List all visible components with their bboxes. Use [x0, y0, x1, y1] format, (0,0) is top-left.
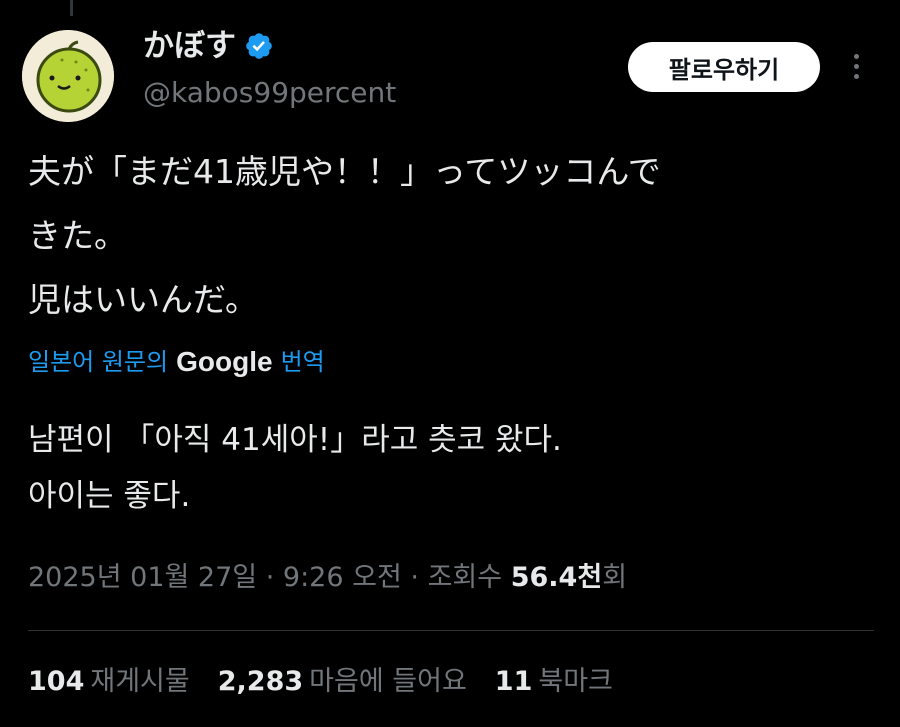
translation-source-label[interactable]: 일본어 원문의 [28, 342, 168, 382]
author-handle[interactable]: @kabos99percent [143, 74, 396, 112]
verified-badge-icon[interactable] [244, 31, 274, 61]
bookmarks-stat[interactable]: 11 북마크 [495, 660, 613, 704]
more-dot [853, 63, 859, 69]
reposts-label: 재게시물 [90, 666, 190, 697]
more-dot [853, 73, 859, 79]
tweet-time[interactable]: 9:26 오전 [283, 562, 402, 593]
likes-label: 마음에 들어요 [309, 666, 467, 697]
tweet-text: 夫が「まだ41歳児や！！」ってツッコんで きた。 児はいいんだ。 [28, 140, 868, 332]
views-count: 56.4천 [510, 562, 603, 593]
green-citrus-face-icon [22, 30, 114, 122]
tweet-line: 夫が「まだ41歳児や！！」ってツッコんで [28, 152, 661, 191]
tweet-meta: 2025년 01월 27일 · 9:26 오전 · 조회수 56.4천회 [28, 556, 627, 600]
views-label: 조회수 [427, 562, 503, 593]
meta-separator: · [410, 562, 419, 593]
likes-stat[interactable]: 2,283 마음에 들어요 [218, 660, 467, 704]
tweet-line: 児はいいんだ。 [28, 280, 259, 319]
translated-line: 남편이 「아직 41세아!」라고 츳코 왔다. [28, 422, 562, 458]
bookmarks-count: 11 [494, 666, 533, 697]
divider [28, 630, 874, 631]
likes-count: 2,283 [217, 666, 304, 697]
meta-separator: · [265, 562, 275, 593]
author-name-row: かぼす [143, 26, 274, 66]
more-dot [853, 53, 859, 59]
translate-link[interactable]: 번역 [281, 342, 325, 382]
translated-text: 남편이 「아직 41세아!」라고 츳코 왔다. 아이는 좋다. [28, 412, 868, 524]
translated-line: 아이는 좋다. [28, 478, 191, 514]
views-suffix: 회 [602, 562, 628, 593]
bookmarks-label: 북마크 [538, 666, 613, 697]
follow-button[interactable]: 팔로우하기 [628, 42, 820, 92]
avatar[interactable] [22, 30, 114, 122]
translation-attribution: 일본어 원문의 Google 번역 [28, 342, 325, 382]
engagement-stats: 104 재게시물 2,283 마음에 들어요 11 북마크 [28, 660, 613, 704]
tweet-line: きた。 [28, 216, 127, 255]
author-display-name[interactable]: かぼす [143, 26, 236, 66]
reposts-count: 104 [28, 666, 85, 697]
more-options-icon[interactable] [846, 46, 866, 86]
google-logo-text: Google [176, 346, 273, 377]
thread-connector-line [70, 0, 73, 16]
tweet-date[interactable]: 2025년 01월 27일 [28, 562, 257, 593]
reposts-stat[interactable]: 104 재게시물 [28, 660, 190, 704]
